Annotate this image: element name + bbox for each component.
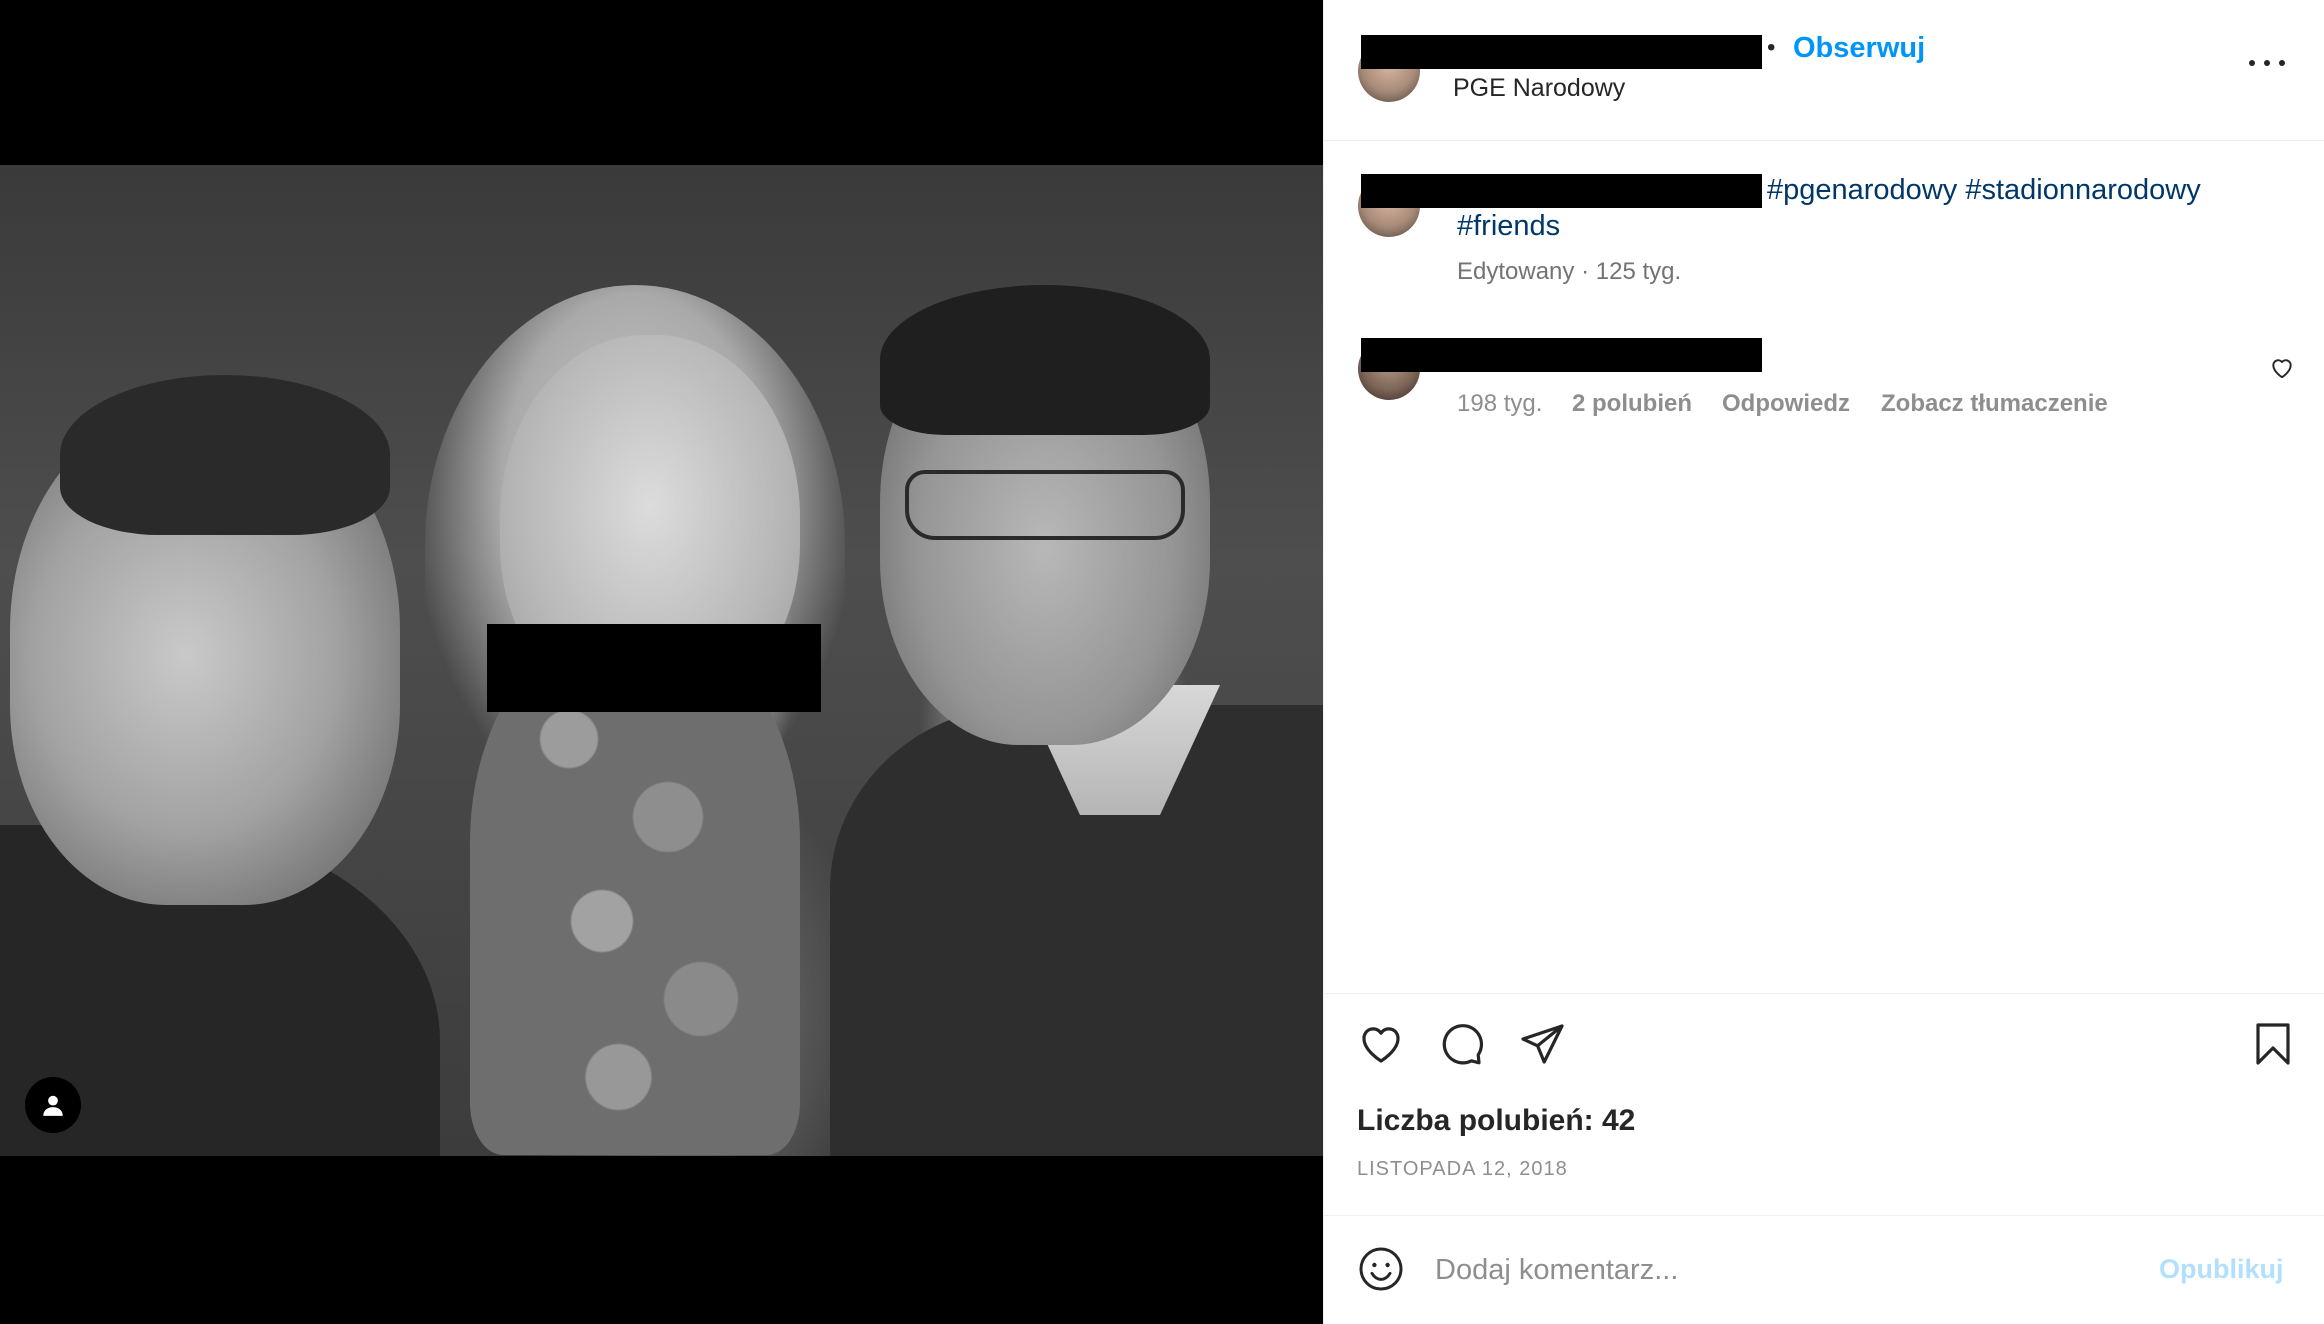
comment-time: 198 tyg. [1457,390,1543,417]
post-media [0,0,1323,1324]
hashtag-link[interactable]: #friends [1457,210,1560,242]
comment-input[interactable] [1435,1250,2115,1290]
more-dot [2264,60,2270,66]
heart-icon[interactable] [1357,1020,1405,1068]
more-dot [2279,60,2285,66]
comment-divider [1323,1215,2324,1216]
user-tag-button[interactable] [25,1077,81,1133]
share-icon[interactable] [1518,1020,1566,1068]
caption-time: 125 tyg. [1595,258,1682,285]
follow-button[interactable]: Obserwuj [1793,32,1925,65]
photo-shape [880,285,1210,435]
header-separator: • [1767,34,1776,61]
user-tag-icon [43,1095,63,1116]
translate-button[interactable]: Zobacz tłumaczenie [1881,390,2108,418]
likes-count[interactable]: Liczba polubień: 42 [1357,1104,1635,1138]
post-date: LISTOPADA 12, 2018 [1357,1158,1568,1180]
emoji-icon[interactable] [1357,1245,1405,1293]
caption-text: #pgenarodowy #stadionnarodowy [1767,172,2287,208]
redacted-username [1361,174,1762,208]
photo-shape [60,375,390,535]
more-options-icon[interactable] [2249,56,2285,70]
location-link[interactable]: PGE Narodowy [1453,74,1625,103]
redacted-username [1361,35,1762,69]
bookmark-icon[interactable] [2249,1020,2297,1068]
edited-label: Edytowany [1457,258,1575,285]
caption-meta: Edytowany · 125 tyg. [1457,258,1681,286]
comment-likes[interactable]: 2 polubień [1572,390,1692,418]
publish-button[interactable]: Opublikuj [2159,1254,2284,1285]
header-divider [1323,140,2324,141]
photo-shape [470,635,800,1155]
meta-dot: · [1581,258,1590,285]
hashtag-link[interactable]: #pgenarodowy [1767,174,1957,206]
post-photo[interactable] [0,165,1323,1156]
photo-shape [905,470,1185,540]
caption-text-line2: #friends [1457,208,1977,244]
more-dot [2249,60,2255,66]
redacted-username [1361,338,1762,372]
reply-button[interactable]: Odpowiedz [1722,390,1850,418]
actions-divider [1323,993,2324,994]
hashtag-link[interactable]: #stadionnarodowy [1965,174,2200,206]
comment-like-icon[interactable] [2269,355,2295,381]
comment-icon[interactable] [1437,1020,1485,1068]
redaction-bar [487,624,821,712]
